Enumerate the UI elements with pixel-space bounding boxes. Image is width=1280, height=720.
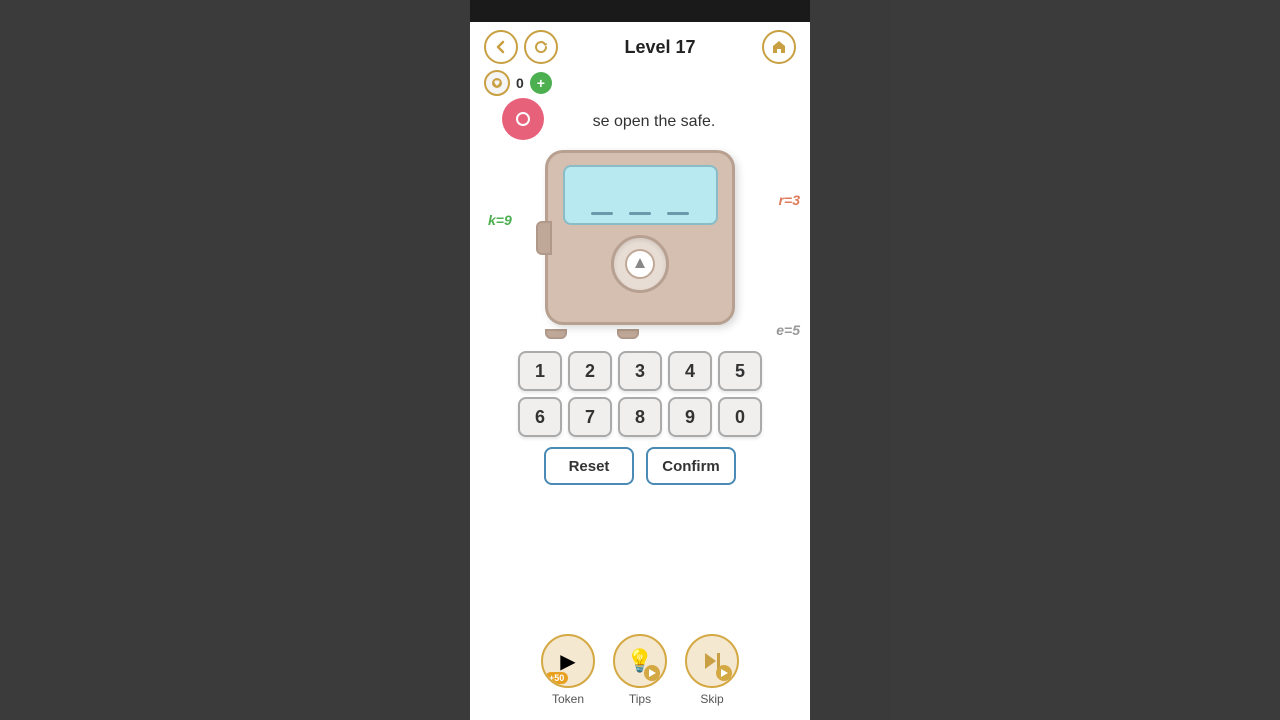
- safe-dial: [611, 235, 669, 293]
- num-btn-7[interactable]: 7: [568, 397, 612, 437]
- num-btn-8[interactable]: 8: [618, 397, 662, 437]
- refresh-button[interactable]: [524, 30, 558, 64]
- level-title: Level 17: [624, 37, 695, 58]
- nav-buttons: [484, 30, 558, 64]
- num-btn-2[interactable]: 2: [568, 351, 612, 391]
- brain-icon: [484, 70, 510, 96]
- hint-e: e=5: [776, 322, 800, 338]
- coins-count: 0: [516, 75, 524, 91]
- tips-button[interactable]: 💡 Tips: [613, 634, 667, 706]
- instruction-text: se open the safe.: [593, 113, 716, 131]
- left-panel: [0, 0, 470, 720]
- dash-3: [667, 212, 689, 215]
- token-icon-circle: ▶ +50: [541, 634, 595, 688]
- safe-illustration: [545, 150, 735, 339]
- safe-feet: [545, 329, 735, 339]
- safe-body: [545, 150, 735, 325]
- back-button[interactable]: [484, 30, 518, 64]
- instruction-area: se open the safe.: [480, 102, 800, 142]
- num-btn-3[interactable]: 3: [618, 351, 662, 391]
- display-dashes: [591, 212, 689, 215]
- dial-inner: [625, 249, 655, 279]
- num-btn-6[interactable]: 6: [518, 397, 562, 437]
- action-buttons: Reset Confirm: [544, 447, 736, 485]
- main-content: se open the safe. k=9 r=3 e=5: [470, 102, 810, 626]
- num-btn-9[interactable]: 9: [668, 397, 712, 437]
- header: Level 17: [470, 22, 810, 68]
- skip-icon-circle: [685, 634, 739, 688]
- coins-bar: 0 +: [470, 68, 810, 102]
- dial-arrow: [635, 258, 645, 268]
- confirm-button[interactable]: Confirm: [646, 447, 736, 485]
- token-badge: +50: [545, 672, 568, 684]
- num-btn-1[interactable]: 1: [518, 351, 562, 391]
- token-label: Token: [552, 692, 584, 706]
- dash-1: [591, 212, 613, 215]
- cursor-inner: [516, 112, 530, 126]
- safe-foot-left: [545, 329, 567, 339]
- numpad-row-2: 6 7 8 9 0: [518, 397, 762, 437]
- add-coins-button[interactable]: +: [530, 72, 552, 94]
- phone-frame: Level 17 0 + se open the safe. k=9: [470, 0, 810, 720]
- top-bar: [470, 0, 810, 22]
- skip-label: Skip: [700, 692, 723, 706]
- hint-r: r=3: [779, 192, 800, 208]
- numpad-row-1: 1 2 3 4 5: [518, 351, 762, 391]
- num-btn-0[interactable]: 0: [718, 397, 762, 437]
- header-center: Level 17: [624, 37, 695, 58]
- numpad: 1 2 3 4 5 6 7 8 9 0: [518, 351, 762, 437]
- num-btn-5[interactable]: 5: [718, 351, 762, 391]
- cursor-indicator: [502, 98, 544, 140]
- hint-k: k=9: [488, 212, 512, 228]
- tips-play-overlay: [644, 665, 660, 681]
- play-triangle-icon: [649, 669, 656, 677]
- safe-display: [563, 165, 718, 225]
- dash-2: [629, 212, 651, 215]
- skip-button[interactable]: Skip: [685, 634, 739, 706]
- tips-label: Tips: [629, 692, 651, 706]
- safe-foot-right: [617, 329, 639, 339]
- token-button[interactable]: ▶ +50 Token: [541, 634, 595, 706]
- bottom-toolbar: ▶ +50 Token 💡 Tips: [470, 626, 810, 720]
- num-btn-4[interactable]: 4: [668, 351, 712, 391]
- token-icon: ▶: [560, 649, 575, 674]
- skip-play-triangle: [721, 669, 728, 677]
- home-button[interactable]: [762, 30, 796, 64]
- skip-play-overlay: [716, 665, 732, 681]
- right-panel: [810, 0, 1280, 720]
- reset-button[interactable]: Reset: [544, 447, 634, 485]
- tips-icon-circle: 💡: [613, 634, 667, 688]
